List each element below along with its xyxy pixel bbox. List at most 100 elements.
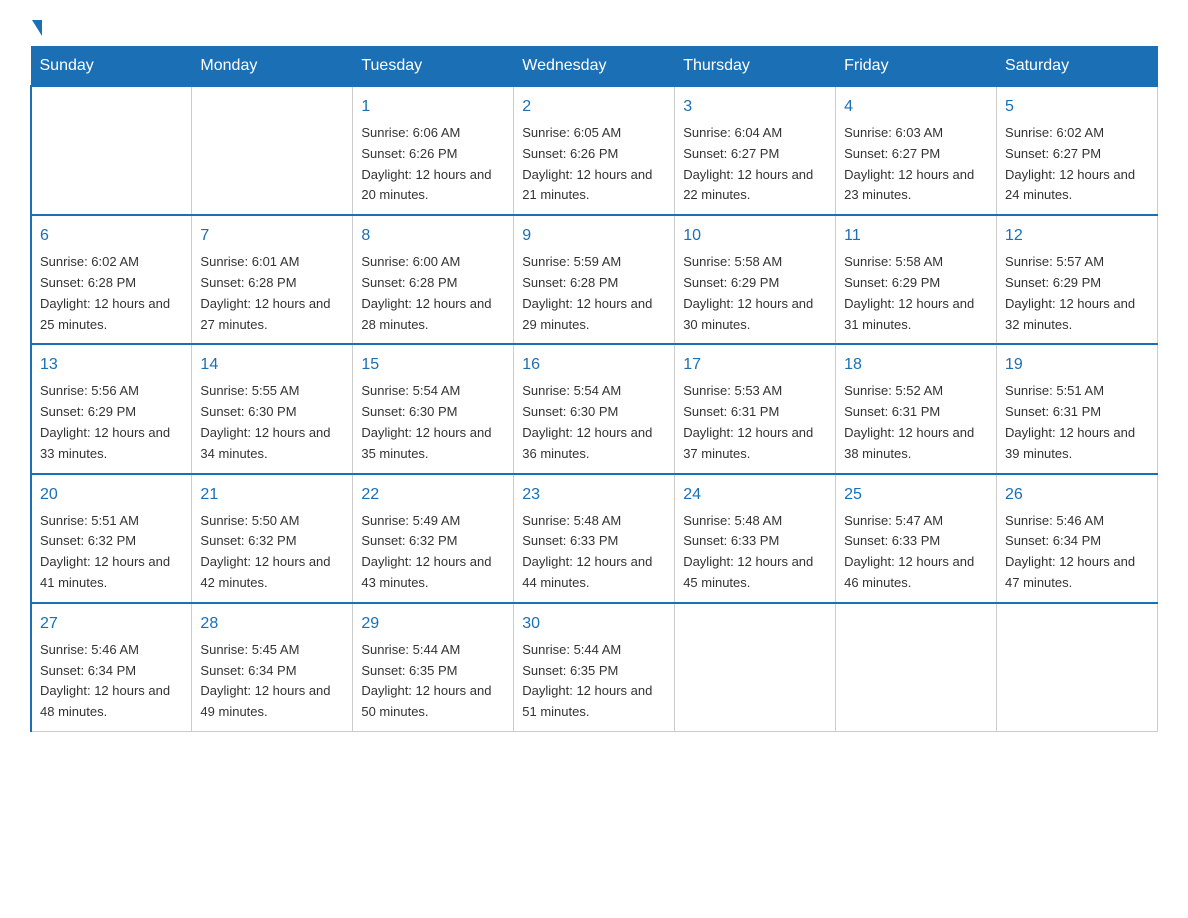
logo (30, 20, 60, 36)
day-number: 2 (522, 95, 666, 119)
day-number: 14 (200, 353, 344, 377)
day-info: Sunrise: 6:00 AMSunset: 6:28 PMDaylight:… (361, 252, 505, 335)
week-row: 27 Sunrise: 5:46 AMSunset: 6:34 PMDayligh… (31, 603, 1158, 732)
empty-cell (997, 603, 1158, 732)
day-cell-26: 26 Sunrise: 5:46 AMSunset: 6:34 PMDayligh… (997, 474, 1158, 603)
day-number: 21 (200, 483, 344, 507)
week-row: 1Sunrise: 6:06 AMSunset: 6:26 PMDaylight… (31, 86, 1158, 215)
day-number: 29 (361, 612, 505, 636)
day-info: Sunrise: 5:48 AMSunset: 6:33 PMDaylight:… (683, 511, 827, 594)
day-number: 26 (1005, 483, 1149, 507)
day-info: Sunrise: 5:50 AMSunset: 6:32 PMDaylight:… (200, 511, 344, 594)
day-info: Sunrise: 5:54 AMSunset: 6:30 PMDaylight:… (522, 381, 666, 464)
day-number: 8 (361, 224, 505, 248)
day-info: Sunrise: 6:02 AMSunset: 6:28 PMDaylight:… (40, 252, 183, 335)
weekday-header-monday: Monday (192, 47, 353, 87)
day-info: Sunrise: 6:03 AMSunset: 6:27 PMDaylight:… (844, 123, 988, 206)
empty-cell (31, 86, 192, 215)
day-info: Sunrise: 6:01 AMSunset: 6:28 PMDaylight:… (200, 252, 344, 335)
day-number: 7 (200, 224, 344, 248)
day-info: Sunrise: 5:51 AMSunset: 6:31 PMDaylight:… (1005, 381, 1149, 464)
day-cell-13: 13 Sunrise: 5:56 AMSunset: 6:29 PMDayligh… (31, 344, 192, 473)
day-cell-30: 30 Sunrise: 5:44 AMSunset: 6:35 PMDayligh… (514, 603, 675, 732)
day-info: Sunrise: 5:54 AMSunset: 6:30 PMDaylight:… (361, 381, 505, 464)
day-cell-9: 9 Sunrise: 5:59 AMSunset: 6:28 PMDaylight… (514, 215, 675, 344)
day-cell-7: 7 Sunrise: 6:01 AMSunset: 6:28 PMDaylight… (192, 215, 353, 344)
day-cell-10: 10 Sunrise: 5:58 AMSunset: 6:29 PMDayligh… (675, 215, 836, 344)
day-number: 28 (200, 612, 344, 636)
day-cell-11: 11Sunrise: 5:58 AMSunset: 6:29 PMDayligh… (836, 215, 997, 344)
day-info: Sunrise: 5:56 AMSunset: 6:29 PMDaylight:… (40, 381, 183, 464)
day-info: Sunrise: 5:57 AMSunset: 6:29 PMDaylight:… (1005, 252, 1149, 335)
weekday-header-tuesday: Tuesday (353, 47, 514, 87)
day-info: Sunrise: 5:49 AMSunset: 6:32 PMDaylight:… (361, 511, 505, 594)
day-number: 11 (844, 224, 988, 248)
day-cell-29: 29 Sunrise: 5:44 AMSunset: 6:35 PMDayligh… (353, 603, 514, 732)
day-number: 9 (522, 224, 666, 248)
day-number: 16 (522, 353, 666, 377)
day-number: 24 (683, 483, 827, 507)
day-info: Sunrise: 6:04 AMSunset: 6:27 PMDaylight:… (683, 123, 827, 206)
day-info: Sunrise: 5:47 AMSunset: 6:33 PMDaylight:… (844, 511, 988, 594)
day-info: Sunrise: 5:52 AMSunset: 6:31 PMDaylight:… (844, 381, 988, 464)
day-number: 4 (844, 95, 988, 119)
day-number: 27 (40, 612, 183, 636)
day-cell-1: 1Sunrise: 6:06 AMSunset: 6:26 PMDaylight… (353, 86, 514, 215)
day-cell-20: 20Sunrise: 5:51 AMSunset: 6:32 PMDayligh… (31, 474, 192, 603)
week-row: 6 Sunrise: 6:02 AMSunset: 6:28 PMDaylight… (31, 215, 1158, 344)
day-cell-2: 2 Sunrise: 6:05 AMSunset: 6:26 PMDaylight… (514, 86, 675, 215)
empty-cell (836, 603, 997, 732)
day-number: 13 (40, 353, 183, 377)
day-cell-17: 17 Sunrise: 5:53 AMSunset: 6:31 PMDayligh… (675, 344, 836, 473)
day-info: Sunrise: 5:44 AMSunset: 6:35 PMDaylight:… (522, 640, 666, 723)
day-info: Sunrise: 5:46 AMSunset: 6:34 PMDaylight:… (40, 640, 183, 723)
weekday-header-friday: Friday (836, 47, 997, 87)
empty-cell (675, 603, 836, 732)
day-cell-16: 16 Sunrise: 5:54 AMSunset: 6:30 PMDayligh… (514, 344, 675, 473)
weekday-header-row: SundayMondayTuesdayWednesdayThursdayFrid… (31, 47, 1158, 87)
day-cell-14: 14 Sunrise: 5:55 AMSunset: 6:30 PMDayligh… (192, 344, 353, 473)
day-cell-24: 24 Sunrise: 5:48 AMSunset: 6:33 PMDayligh… (675, 474, 836, 603)
day-cell-27: 27 Sunrise: 5:46 AMSunset: 6:34 PMDayligh… (31, 603, 192, 732)
day-number: 22 (361, 483, 505, 507)
day-number: 3 (683, 95, 827, 119)
day-cell-8: 8 Sunrise: 6:00 AMSunset: 6:28 PMDaylight… (353, 215, 514, 344)
day-cell-21: 21 Sunrise: 5:50 AMSunset: 6:32 PMDayligh… (192, 474, 353, 603)
day-cell-25: 25Sunrise: 5:47 AMSunset: 6:33 PMDayligh… (836, 474, 997, 603)
page-header (30, 20, 1158, 36)
logo-triangle-icon (32, 20, 42, 36)
week-row: 20Sunrise: 5:51 AMSunset: 6:32 PMDayligh… (31, 474, 1158, 603)
day-number: 12 (1005, 224, 1149, 248)
day-number: 10 (683, 224, 827, 248)
day-cell-18: 18Sunrise: 5:52 AMSunset: 6:31 PMDayligh… (836, 344, 997, 473)
weekday-header-thursday: Thursday (675, 47, 836, 87)
day-info: Sunrise: 5:44 AMSunset: 6:35 PMDaylight:… (361, 640, 505, 723)
day-info: Sunrise: 5:58 AMSunset: 6:29 PMDaylight:… (683, 252, 827, 335)
day-cell-6: 6 Sunrise: 6:02 AMSunset: 6:28 PMDaylight… (31, 215, 192, 344)
day-info: Sunrise: 5:53 AMSunset: 6:31 PMDaylight:… (683, 381, 827, 464)
day-number: 23 (522, 483, 666, 507)
day-cell-23: 23 Sunrise: 5:48 AMSunset: 6:33 PMDayligh… (514, 474, 675, 603)
day-info: Sunrise: 5:59 AMSunset: 6:28 PMDaylight:… (522, 252, 666, 335)
day-number: 19 (1005, 353, 1149, 377)
week-row: 13 Sunrise: 5:56 AMSunset: 6:29 PMDayligh… (31, 344, 1158, 473)
day-info: Sunrise: 5:55 AMSunset: 6:30 PMDaylight:… (200, 381, 344, 464)
day-info: Sunrise: 5:48 AMSunset: 6:33 PMDaylight:… (522, 511, 666, 594)
day-number: 30 (522, 612, 666, 636)
day-cell-28: 28 Sunrise: 5:45 AMSunset: 6:34 PMDayligh… (192, 603, 353, 732)
day-info: Sunrise: 6:02 AMSunset: 6:27 PMDaylight:… (1005, 123, 1149, 206)
weekday-header-saturday: Saturday (997, 47, 1158, 87)
day-info: Sunrise: 6:05 AMSunset: 6:26 PMDaylight:… (522, 123, 666, 206)
day-cell-15: 15Sunrise: 5:54 AMSunset: 6:30 PMDayligh… (353, 344, 514, 473)
day-info: Sunrise: 5:46 AMSunset: 6:34 PMDaylight:… (1005, 511, 1149, 594)
day-info: Sunrise: 6:06 AMSunset: 6:26 PMDaylight:… (361, 123, 505, 206)
day-cell-12: 12 Sunrise: 5:57 AMSunset: 6:29 PMDayligh… (997, 215, 1158, 344)
day-number: 20 (40, 483, 183, 507)
day-cell-4: 4 Sunrise: 6:03 AMSunset: 6:27 PMDaylight… (836, 86, 997, 215)
day-info: Sunrise: 5:45 AMSunset: 6:34 PMDaylight:… (200, 640, 344, 723)
day-cell-3: 3 Sunrise: 6:04 AMSunset: 6:27 PMDaylight… (675, 86, 836, 215)
day-number: 6 (40, 224, 183, 248)
day-number: 17 (683, 353, 827, 377)
day-cell-5: 5Sunrise: 6:02 AMSunset: 6:27 PMDaylight… (997, 86, 1158, 215)
day-cell-19: 19 Sunrise: 5:51 AMSunset: 6:31 PMDayligh… (997, 344, 1158, 473)
